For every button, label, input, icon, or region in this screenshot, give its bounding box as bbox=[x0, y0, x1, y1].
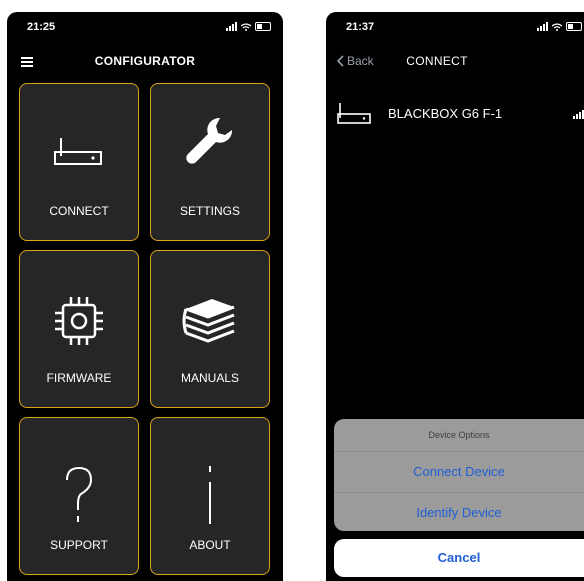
tile-label: CONNECT bbox=[49, 204, 109, 218]
chip-icon bbox=[55, 297, 103, 345]
tile-label: SUPPORT bbox=[50, 538, 108, 552]
connect-tile[interactable]: CONNECT bbox=[19, 83, 139, 241]
tile-label: SETTINGS bbox=[179, 204, 240, 218]
action-sheet: Device Options Connect Device Identify D… bbox=[334, 419, 584, 531]
status-icons bbox=[537, 22, 582, 31]
status-time: 21:25 bbox=[27, 21, 56, 33]
status-bar: 21:25 bbox=[7, 12, 283, 42]
signal-icon bbox=[537, 22, 548, 31]
info-icon bbox=[209, 466, 211, 524]
signal-icon bbox=[226, 22, 237, 31]
connect-device-button[interactable]: Connect Device bbox=[334, 452, 584, 493]
cancel-button[interactable]: Cancel bbox=[334, 539, 584, 577]
wifi-icon bbox=[552, 23, 562, 31]
status-time: 21:37 bbox=[346, 21, 375, 33]
tile-label: MANUALS bbox=[180, 371, 239, 385]
firmware-tile[interactable]: FIRMWARE bbox=[19, 250, 139, 408]
router-icon bbox=[337, 103, 371, 124]
tile-label: FIRMWARE bbox=[46, 371, 112, 385]
router-icon bbox=[54, 138, 102, 165]
question-icon bbox=[66, 466, 93, 522]
page-title: CONFIGURATOR bbox=[94, 54, 196, 68]
battery-icon bbox=[566, 22, 582, 31]
tile-label: ABOUT bbox=[189, 538, 231, 552]
wifi-icon bbox=[241, 23, 251, 31]
support-tile[interactable]: SUPPORT bbox=[19, 417, 139, 575]
nav-bar: CONFIGURATOR bbox=[7, 48, 283, 74]
connect-screen: 21:37 Back CONNECT BLACKBOX G6 F-1 Devic… bbox=[326, 12, 584, 581]
settings-tile[interactable]: SETTINGS bbox=[150, 83, 270, 241]
identify-device-button[interactable]: Identify Device bbox=[334, 493, 584, 531]
device-list-item[interactable]: BLACKBOX G6 F-1 bbox=[326, 102, 584, 126]
configurator-screen: 21:25 CONFIGURATOR CONNECT SETTINGS FIRM… bbox=[7, 12, 283, 581]
about-tile[interactable]: ABOUT bbox=[150, 417, 270, 575]
wrench-icon bbox=[186, 117, 233, 164]
device-name: BLACKBOX G6 F-1 bbox=[388, 106, 503, 121]
battery-icon bbox=[255, 22, 271, 31]
action-sheet-title: Device Options bbox=[334, 419, 584, 452]
signal-strength-icon bbox=[573, 110, 584, 119]
page-title: CONNECT bbox=[406, 54, 468, 68]
manuals-tile[interactable]: MANUALS bbox=[150, 250, 270, 408]
nav-bar: Back CONNECT bbox=[326, 48, 584, 74]
status-bar: 21:37 bbox=[326, 12, 584, 42]
books-icon bbox=[182, 299, 235, 343]
status-icons bbox=[226, 22, 271, 31]
